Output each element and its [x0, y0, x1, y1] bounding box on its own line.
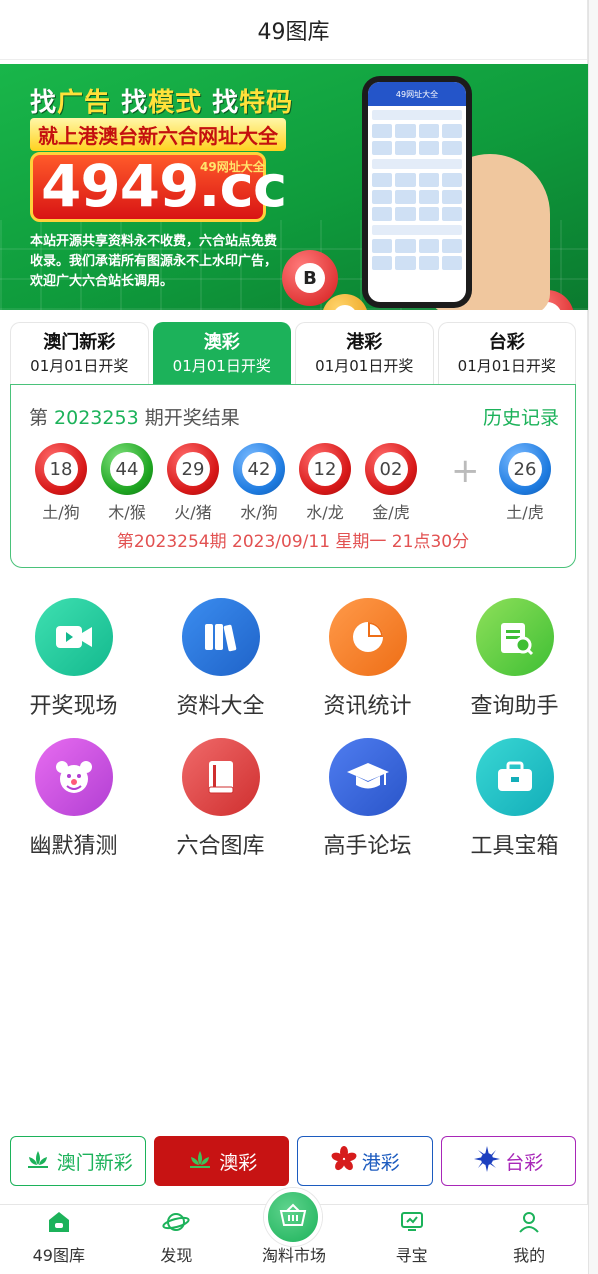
grid-item-humor-guess[interactable]: 幽默猜测 [9, 738, 139, 860]
bingo-ball-icon: B [282, 250, 338, 306]
result-ball: 02 金/虎 [363, 443, 419, 523]
history-link[interactable]: 历史记录 [483, 403, 559, 430]
plus-icon: + [451, 451, 480, 491]
user-icon [517, 1210, 541, 1238]
feature-grid: 开奖现场 资料大全 资讯统计 查询助手 幽默猜测 六合图库 高手论坛 工具宝箱 [0, 598, 588, 878]
banner-subheadline: 就上港澳台新六合网址大全 [30, 118, 286, 151]
books-icon [181, 598, 260, 676]
region-button-macau-new[interactable]: 澳门新彩 [10, 1136, 146, 1186]
region-switcher: 澳门新彩 澳彩 港彩 台彩 [10, 1136, 576, 1186]
nav-treasure[interactable]: 寻宝 [353, 1205, 471, 1274]
region-button-hongkong[interactable]: 港彩 [297, 1136, 433, 1186]
tab-draw-date: 01月01日开奖 [457, 356, 556, 375]
nav-discover[interactable]: 发现 [118, 1205, 236, 1274]
region-button-macau[interactable]: 澳彩 [153, 1136, 289, 1186]
market-center-button[interactable] [264, 1188, 322, 1246]
grid-item-query-helper[interactable]: 查询助手 [450, 598, 580, 720]
app-header: 49图库 [0, 0, 587, 60]
next-draw-time: 第2023254期 2023/09/11 星期一 21点30分 [116, 532, 470, 552]
banner-badge: 49网址大全 [200, 160, 265, 174]
toolbox-icon [475, 738, 554, 816]
ball-zodiac: 水/龙 [306, 503, 344, 522]
grid-item-label: 工具宝箱 [470, 834, 559, 859]
grid-item-toolbox[interactable]: 工具宝箱 [450, 738, 580, 860]
result-ball: 44 木/猴 [99, 443, 155, 523]
result-ball: 18 土/狗 [33, 443, 89, 523]
ball-zodiac: 土/虎 [506, 503, 544, 522]
ball-zodiac: 木/猴 [108, 503, 146, 522]
banner-headline: 找广告 找模式 找特码 [30, 88, 294, 118]
phone-mockup: 49网址大全 [362, 76, 472, 308]
app-page: 49图库 找广告 找模式 找特码 就上港澳台新六合网址大全 4949.cc 49… [0, 0, 588, 1274]
tab-title: 澳彩 [203, 331, 240, 353]
draw-result-card: 第 2023253 期开奖结果 历史记录 18 土/狗 44 木/猴 29 火/… [10, 384, 576, 568]
nav-profile[interactable]: 我的 [470, 1205, 588, 1274]
result-ball: 42 水/狗 [231, 443, 287, 523]
book-icon [181, 738, 260, 816]
planet-icon [162, 1210, 190, 1238]
bauhinia-icon [330, 1145, 358, 1178]
grid-item-label: 资料大全 [176, 694, 265, 719]
grid-item-label: 查询助手 [470, 694, 559, 719]
search-document-icon [475, 598, 554, 676]
draw-issue-title: 第 2023253 期开奖结果 [29, 407, 240, 429]
lotus-icon [23, 1147, 53, 1176]
region-label: 澳彩 [219, 1151, 258, 1174]
ball-zodiac: 土/狗 [42, 503, 80, 522]
ball-zodiac: 火/猪 [174, 503, 212, 522]
clown-icon [34, 738, 113, 816]
tab-draw-date: 01月01日开奖 [30, 356, 129, 375]
graduation-cap-icon [328, 738, 407, 816]
pie-chart-icon [328, 598, 407, 676]
tab-taiwan[interactable]: 台彩 01月01日开奖 [437, 322, 576, 384]
nav-label: 发现 [160, 1246, 193, 1265]
result-balls: 18 土/狗 44 木/猴 29 火/猪 42 水/狗 12 水/龙 02 金/… [33, 443, 563, 523]
grid-item-label: 高手论坛 [323, 834, 412, 859]
grid-item-archives[interactable]: 资料大全 [156, 598, 286, 720]
grid-item-label: 开奖现场 [29, 694, 118, 719]
tab-hongkong[interactable]: 港彩 01月01日开奖 [295, 322, 434, 384]
tab-macau[interactable]: 澳彩 01月01日开奖 [152, 322, 291, 384]
region-label: 港彩 [361, 1151, 400, 1174]
nav-label: 49图库 [32, 1246, 85, 1265]
nav-label: 我的 [513, 1246, 546, 1265]
basket-icon [278, 1202, 308, 1232]
sun-icon [473, 1145, 501, 1178]
banner-description: 本站开源共享资料永不收费，六合站点免费收录。我们承诺所有图源永不上水印广告，欢迎… [30, 234, 278, 289]
lottery-tabs: 澳门新彩 01月01日开奖 澳彩 01月01日开奖 港彩 01月01日开奖 台彩… [10, 322, 576, 384]
grid-item-label: 资讯统计 [323, 694, 412, 719]
region-button-taiwan[interactable]: 台彩 [440, 1136, 576, 1186]
issue-number: 2023253 [54, 407, 139, 429]
tab-draw-date: 01月01日开奖 [315, 356, 414, 375]
phone-title: 49网址大全 [368, 82, 466, 106]
grid-item-gallery[interactable]: 六合图库 [156, 738, 286, 860]
scrollbar[interactable] [588, 0, 598, 1274]
result-ball: 12 水/龙 [297, 443, 353, 523]
promo-banner[interactable]: 找广告 找模式 找特码 就上港澳台新六合网址大全 4949.cc 49网址大全 … [0, 64, 588, 310]
video-camera-icon [34, 598, 113, 676]
ball-zodiac: 金/虎 [372, 503, 410, 522]
home-icon [46, 1210, 72, 1238]
tab-macau-new[interactable]: 澳门新彩 01月01日开奖 [10, 322, 149, 384]
tab-title: 澳门新彩 [43, 331, 116, 353]
ball-zodiac: 水/狗 [240, 503, 278, 522]
region-label: 澳门新彩 [56, 1151, 133, 1174]
nav-label: 寻宝 [395, 1246, 428, 1265]
lotus-icon [185, 1147, 215, 1176]
tab-title: 台彩 [488, 331, 525, 353]
monitor-icon [399, 1210, 425, 1238]
special-ball: 26 土/虎 [497, 443, 553, 523]
page-title: 49图库 [257, 19, 330, 45]
grid-item-label: 六合图库 [176, 834, 265, 859]
result-ball: 29 火/猪 [165, 443, 221, 523]
grid-item-forum[interactable]: 高手论坛 [303, 738, 433, 860]
tab-title: 港彩 [346, 331, 383, 353]
region-label: 台彩 [505, 1151, 544, 1174]
nav-home[interactable]: 49图库 [0, 1205, 118, 1274]
tab-draw-date: 01月01日开奖 [172, 356, 271, 375]
grid-item-live-draw[interactable]: 开奖现场 [9, 598, 139, 720]
grid-item-statistics[interactable]: 资讯统计 [303, 598, 433, 720]
grid-item-label: 幽默猜测 [29, 834, 118, 859]
